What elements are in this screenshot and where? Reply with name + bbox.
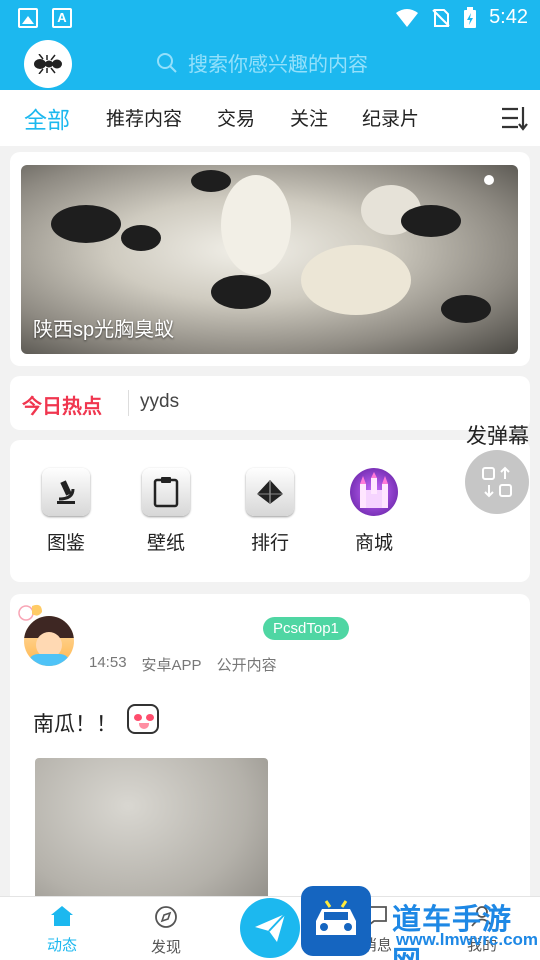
gallery-notification-icon [18, 8, 38, 28]
status-time: 5:42 [489, 6, 528, 28]
hot-topics-bar[interactable]: 今日热点 yyds [10, 376, 530, 430]
post-visibility: 公开内容 [216, 657, 277, 674]
status-bar: A 5:42 [0, 0, 540, 36]
category-tabs: 全部 推荐内容 交易 关注 纪录片 [0, 90, 540, 146]
no-sim-icon [432, 8, 450, 27]
heart-eyes-emoji-icon [127, 704, 159, 734]
quick-menu-label: 壁纸 [146, 533, 185, 554]
quick-menu-atlas[interactable]: 图鉴 [31, 468, 101, 555]
divider [128, 390, 129, 416]
clipboard-icon [142, 468, 190, 516]
header: 搜索你感兴趣的内容 [0, 36, 540, 90]
post-meta: 14:53 安卓APP 公开内容 [89, 654, 277, 675]
nav-feed[interactable]: 动态 [32, 905, 92, 955]
hot-topics-title: 今日热点 [22, 396, 102, 418]
banner-card: 陕西sp光胸臭蚁 [10, 152, 530, 366]
post-source: 安卓APP [141, 657, 202, 674]
wifi-icon [396, 8, 419, 27]
hot-topic-item[interactable]: yyds [140, 391, 179, 413]
car-icon [316, 900, 356, 935]
app-logo[interactable] [24, 40, 72, 88]
quick-menu: 图鉴 壁纸 排行 商城 [10, 440, 530, 582]
nav-label: 发现 [150, 939, 181, 956]
post-text: 南瓜！！ [33, 713, 117, 736]
quick-menu-label: 图鉴 [46, 533, 85, 554]
paper-plane-icon [255, 913, 286, 942]
tab-following[interactable]: 关注 [290, 104, 328, 131]
nav-discover[interactable]: 发现 [136, 905, 196, 957]
home-icon [51, 906, 73, 926]
tab-all[interactable]: 全部 [24, 101, 70, 135]
danmaku-label: 发弹幕 [466, 425, 529, 448]
watermark-url: www.lmwvrc.com [396, 930, 539, 949]
quick-menu-shop[interactable]: 商城 [339, 468, 409, 555]
tab-menu-icon[interactable] [500, 104, 528, 132]
castle-icon [350, 468, 398, 516]
nav-label: 动态 [46, 937, 77, 954]
user-tag-badge: PcsdTop1 [263, 617, 349, 640]
quick-menu-label: 商城 [354, 533, 393, 554]
post-time: 14:53 [89, 654, 127, 671]
search-icon [157, 52, 177, 73]
compass-icon [155, 906, 177, 928]
banner-indicator-dot [484, 175, 494, 185]
quick-menu-wallpaper[interactable]: 壁纸 [131, 468, 201, 555]
tab-recommended[interactable]: 推荐内容 [106, 104, 182, 131]
publish-button[interactable] [240, 898, 300, 958]
quick-menu-ranking[interactable]: 排行 [235, 468, 305, 555]
app-notification-icon: A [52, 8, 72, 28]
quick-menu-label: 排行 [250, 533, 289, 554]
tab-documentary[interactable]: 纪录片 [362, 104, 419, 131]
banner-image[interactable]: 陕西sp光胸臭蚁 [21, 165, 518, 354]
ant-logo-icon [34, 54, 62, 74]
microscope-icon [42, 468, 90, 516]
post-image[interactable] [35, 758, 268, 918]
avatar-frame-decoration-icon [18, 604, 42, 621]
search-bar[interactable]: 搜索你感兴趣的内容 [156, 48, 368, 77]
tab-trade[interactable]: 交易 [217, 104, 255, 131]
swap-icon [482, 466, 512, 498]
banner-caption: 陕西sp光胸臭蚁 [33, 319, 175, 341]
battery-icon [464, 6, 477, 28]
watermark-title: 道车手游网 [392, 904, 513, 960]
danmaku-button[interactable] [465, 450, 529, 514]
pyramid-icon [246, 468, 294, 516]
post-card[interactable]: PcsdTop1 14:53 安卓APP 公开内容 南瓜！！ [10, 594, 530, 918]
search-placeholder: 搜索你感兴趣的内容 [188, 54, 368, 76]
watermark-logo [301, 886, 371, 956]
